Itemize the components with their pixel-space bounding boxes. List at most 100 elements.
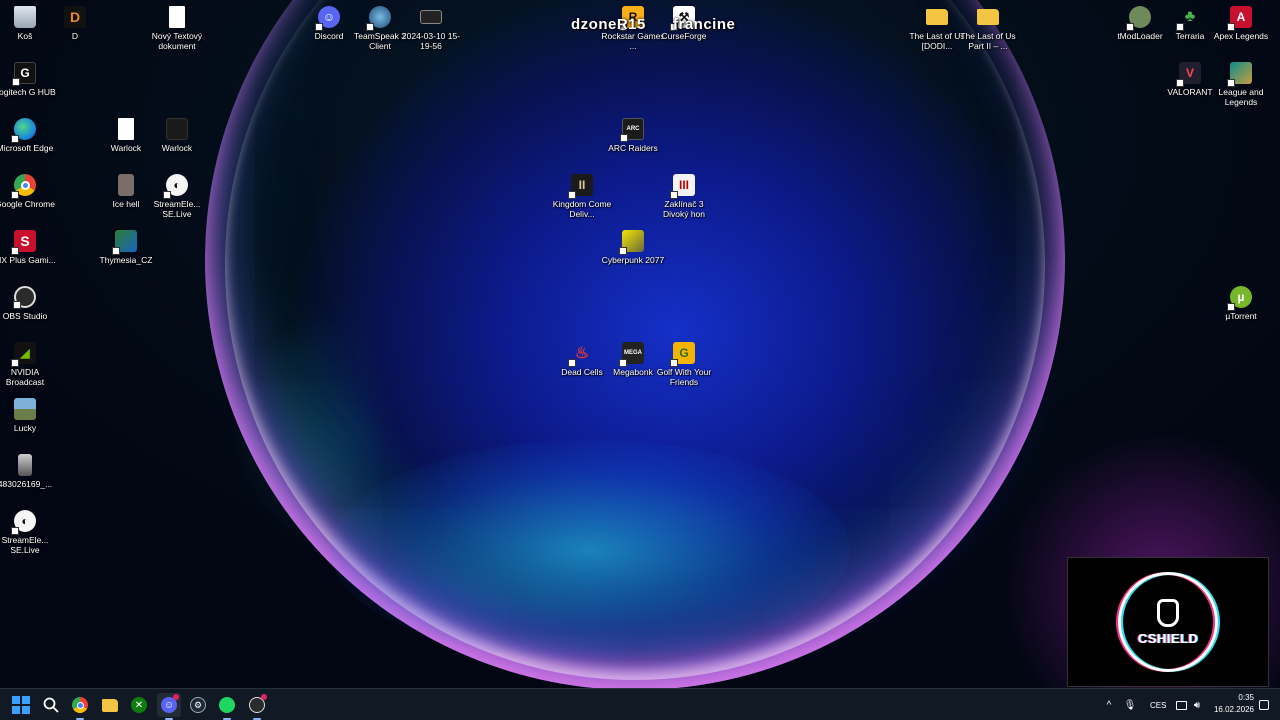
microphone-tray[interactable]: 🎙︎: [1118, 693, 1142, 717]
desktop-icon-warlock-1[interactable]: Warlock: [101, 118, 151, 153]
nvidia-broadcast-icon: ◢: [11, 342, 36, 367]
taskbar-file-explorer[interactable]: [98, 693, 122, 717]
desktop-icon-label: µTorrent: [1225, 311, 1257, 321]
notification-badge: [173, 694, 179, 700]
desktop-icon-label: Thymesia_CZ: [99, 255, 153, 265]
desktop-icon-novy-textovy[interactable]: Nový Textový dokument: [152, 6, 202, 51]
desktop-icon-file-483[interactable]: 483026169_...: [0, 454, 52, 489]
desktop-icon-label: 483026169_...: [0, 479, 53, 489]
taskbar-chrome[interactable]: [68, 693, 92, 720]
desktop-icon-label: D: [71, 31, 79, 41]
desktop-icon-label: Apex Legends: [1213, 31, 1269, 41]
desktop-icon-kingdom-come[interactable]: II Kingdom Come Deliv...: [553, 174, 611, 219]
start-button[interactable]: [9, 693, 33, 717]
desktop-icon-label: StreamEle... SE.Live: [153, 199, 201, 219]
desktop-icon-utorrent[interactable]: µ µTorrent: [1216, 286, 1266, 321]
desktop-icon-nvidia[interactable]: ◢ NVIDIA Broadcast: [0, 342, 50, 387]
desktop-icon-warlock-2[interactable]: Warlock: [152, 118, 202, 153]
desktop-icon-ice-hell[interactable]: Ice hell: [101, 174, 151, 209]
desktop-icon-apex[interactable]: A Apex Legends: [1214, 6, 1268, 41]
utorrent-icon: µ: [1227, 286, 1252, 311]
desktop-icon-dead-cells[interactable]: ♨ Dead Cells: [557, 342, 607, 377]
obs-icon: [13, 286, 36, 309]
desktop-icon-teamspeak[interactable]: TeamSpeak 3 Client: [354, 6, 406, 51]
desktop-icon-d[interactable]: D D: [50, 6, 100, 41]
desktop-icon-chrome[interactable]: Google Chrome: [0, 174, 55, 209]
text-file-icon: [118, 118, 134, 140]
megabonk-icon: MEGA: [619, 342, 644, 367]
desktop-icon-label: Nový Textový dokument: [151, 31, 203, 51]
desktop-icon-screenshot[interactable]: 2024-03-10 15-19-56: [402, 6, 460, 51]
league-icon: [1227, 62, 1252, 87]
teamspeak-icon: [366, 6, 391, 31]
desktop-icon-valorant[interactable]: V VALORANT: [1165, 62, 1215, 97]
terraria-icon: ♣: [1176, 6, 1201, 31]
desktop-icon-streamelements-1[interactable]: ◐ StreamEle... SE.Live: [152, 174, 202, 219]
desktop-icon-golf[interactable]: G Golf With Your Friends: [657, 342, 711, 387]
chevron-up-icon: ^: [1106, 699, 1112, 711]
desktop-icon-logitech[interactable]: G Logitech G HUB: [0, 62, 56, 97]
witcher-icon: III: [670, 174, 695, 199]
desktop-icon-last-of-us-1[interactable]: The Last of Us [DODI...: [909, 6, 965, 51]
taskbar-steam[interactable]: ⚙: [186, 693, 210, 717]
desktop-icon-thymesia[interactable]: Thymesia_CZ: [100, 230, 152, 265]
desktop-icon-zaklinac[interactable]: III Zaklínač 3 Divoký hon: [659, 174, 709, 219]
cshield-logo: CSHIELD: [1118, 572, 1218, 672]
chrome-icon: [11, 174, 36, 199]
tmodloader-icon: [1126, 6, 1151, 31]
video-file-icon: [420, 10, 442, 24]
desktop-icon-last-of-us-2[interactable]: The Last of Us Part II – ...: [960, 6, 1016, 51]
taskbar-obs[interactable]: [245, 693, 269, 720]
xbox-icon: ✕: [131, 697, 147, 713]
thymesia-icon: [112, 230, 137, 255]
desktop-icon-label: Google Chrome: [0, 199, 55, 209]
apex-legends-icon: A: [1227, 6, 1252, 31]
taskbar-spotify[interactable]: [215, 693, 239, 720]
desktop-icon-lucky[interactable]: Lucky: [0, 398, 50, 433]
warlock-icon: [166, 118, 188, 140]
desktop-icon-label: OBS Studio: [2, 311, 48, 321]
speaker-icon: 🔊︎: [1193, 699, 1201, 711]
desktop-icon-label: ARC Raiders: [608, 143, 658, 153]
taskbar-xbox[interactable]: ✕: [127, 693, 151, 717]
dead-cells-icon: ♨: [568, 342, 593, 367]
desktop-icon-streamelements-2[interactable]: ◐ StreamEle... SE.Live: [0, 510, 50, 555]
discord-icon: ☺: [315, 6, 340, 31]
clock-time: 0:35: [1238, 693, 1254, 702]
d-app-icon: D: [64, 6, 86, 28]
desktop-icon-edge[interactable]: Microsoft Edge: [0, 118, 53, 153]
desktop-icon-cyberpunk[interactable]: Cyberpunk 2077: [602, 230, 664, 265]
desktop-icon-label: NVIDIA Broadcast: [5, 367, 45, 387]
desktop-icon-megabonk[interactable]: MEGA Megabonk: [608, 342, 658, 377]
logitech-g-icon: G: [12, 62, 36, 86]
desktop-icon-discord[interactable]: ☺ Discord: [304, 6, 354, 41]
taskbar-clock[interactable]: 0:35 16.02.2026: [1208, 692, 1254, 716]
desktop-icon-label: Logitech G HUB: [0, 87, 56, 97]
desktop-icon-label: Kingdom Come Deliv...: [552, 199, 612, 219]
desktop-icon-terraria[interactable]: ♣ Terraria: [1165, 6, 1215, 41]
folder-icon: [102, 698, 118, 712]
image-file-icon: [14, 398, 36, 420]
search-icon: [43, 697, 59, 713]
language-indicator[interactable]: CES: [1150, 701, 1166, 710]
desktop-icon-obs[interactable]: OBS Studio: [0, 286, 50, 321]
desktop-icon-label: The Last of Us Part II – ...: [960, 31, 1016, 51]
desktop-icon-label: Zaklínač 3 Divoký hon: [662, 199, 706, 219]
microphone-icon: 🎙︎: [1123, 699, 1137, 711]
notifications-button[interactable]: [1252, 693, 1276, 717]
desktop-icon-league[interactable]: League and Legends: [1216, 62, 1266, 107]
desktop-icon-arc-raiders[interactable]: ARC ARC Raiders: [608, 118, 658, 153]
spotify-icon: [219, 697, 235, 713]
notification-bell-icon: [1259, 700, 1269, 710]
taskbar-discord[interactable]: ☺: [157, 693, 181, 720]
volume-tray[interactable]: 🔊︎: [1185, 693, 1209, 717]
kingdom-come-icon: II: [568, 174, 593, 199]
shield-icon: [1157, 598, 1179, 627]
edge-icon: [11, 118, 36, 143]
desktop-icon-lix[interactable]: S LIX Plus Gami...: [0, 230, 56, 265]
desktop-icon-label: Warlock: [161, 143, 193, 153]
search-button[interactable]: [39, 693, 63, 717]
arc-raiders-icon: ARC: [620, 118, 644, 142]
desktop-icon-label: Lucky: [13, 423, 37, 433]
valorant-icon: V: [1176, 62, 1201, 87]
